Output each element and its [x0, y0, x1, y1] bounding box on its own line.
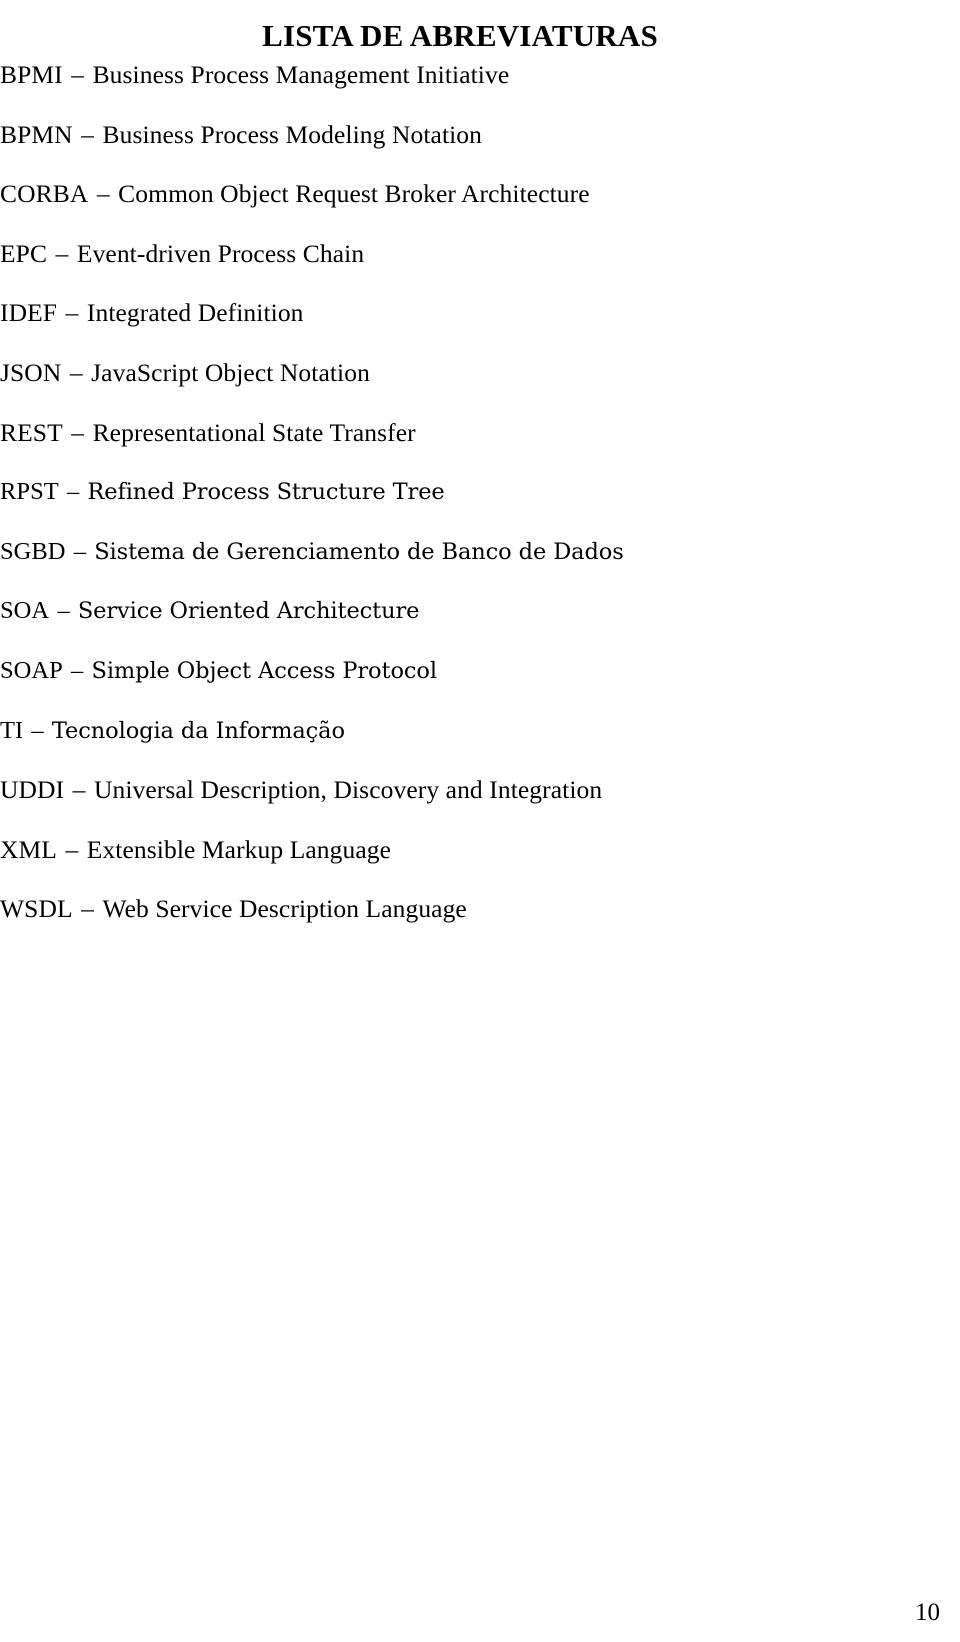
abbreviation-separator: – — [67, 537, 93, 565]
abbreviation-term: JSON — [0, 357, 62, 387]
abbreviation-entry: SOAP – Simple Object Access Protocol — [0, 654, 940, 714]
abbreviation-entry: WSDL – Web Service Description Language — [0, 892, 940, 952]
abbreviation-definition: Simple Object Access Protocol — [91, 657, 438, 684]
abbreviation-term: RPST — [0, 478, 59, 506]
abbreviation-entry: UDDI – Universal Description, Discovery … — [0, 773, 940, 833]
abbreviation-entry: XML – Extensible Markup Language — [0, 833, 940, 893]
abbreviation-separator: – — [74, 119, 101, 149]
page-title: LISTA DE ABREVIATURAS — [262, 17, 658, 53]
abbreviation-term: SOAP — [0, 656, 63, 684]
abbreviation-definition: Web Service Description Language — [102, 894, 467, 924]
abbreviation-definition: Refined Process Structure Tree — [87, 479, 445, 506]
abbreviation-entry: RPST – Refined Process Structure Tree — [0, 475, 940, 535]
abbreviation-definition: Sistema de Gerenciamento de Banco de Dad… — [94, 538, 624, 565]
abbreviation-entry: BPMN – Business Process Modeling Notatio… — [0, 118, 940, 178]
abbreviation-separator: – — [51, 597, 76, 625]
abbreviation-term: UDDI — [0, 775, 65, 805]
abbreviation-definition: Representational State Transfer — [92, 417, 416, 447]
abbreviation-separator: – — [60, 478, 86, 506]
abbreviation-separator: – — [59, 298, 85, 328]
abbreviation-separator: – — [25, 716, 50, 744]
abbreviation-entry: JSON – JavaScript Object Notation — [0, 356, 940, 416]
abbreviation-definition: Tecnologia da Informação — [51, 717, 345, 744]
abbreviation-entry: SGBD – Sistema de Gerenciamento de Banco… — [0, 535, 940, 595]
abbreviation-entry: CORBA – Common Object Request Broker Arc… — [0, 177, 940, 237]
abbreviation-definition: Common Object Request Broker Architectur… — [118, 179, 590, 209]
abbreviation-entry: SOA – Service Oriented Architecture — [0, 594, 940, 654]
abbreviation-term: SGBD — [0, 537, 66, 565]
abbreviation-definition: Service Oriented Architecture — [77, 598, 420, 625]
abbreviation-definition: Universal Description, Discovery and Int… — [93, 775, 603, 805]
abbreviation-separator: – — [74, 894, 101, 924]
abbreviation-definition: Extensible Markup Language — [86, 834, 392, 864]
abbreviation-entry: BPMI – Business Process Management Initi… — [0, 58, 940, 118]
abbreviation-definition: Integrated Definition — [86, 298, 304, 328]
abbreviation-entry: IDEF – Integrated Definition — [0, 296, 940, 356]
abbreviation-separator: – — [49, 238, 75, 268]
abbreviation-term: CORBA — [0, 179, 89, 209]
page-number: 10 — [915, 1599, 940, 1626]
abbreviation-term: IDEF — [0, 298, 58, 328]
abbreviation-separator: – — [64, 417, 91, 447]
abbreviation-term: SOA — [0, 597, 50, 625]
abbreviation-term: REST — [0, 417, 63, 447]
document-page: LISTA DE ABREVIATURAS BPMI – Business Pr… — [0, 0, 960, 1642]
abbreviation-separator: – — [64, 60, 91, 89]
abbreviation-term: BPMN — [0, 119, 73, 149]
abbreviation-term: BPMI — [0, 60, 63, 89]
abbreviation-list: BPMI – Business Process Management Initi… — [0, 58, 940, 952]
abbreviation-term: XML — [0, 834, 57, 864]
abbreviation-definition: Business Process Modeling Notation — [102, 119, 483, 149]
abbreviation-definition: JavaScript Object Notation — [91, 357, 370, 387]
abbreviation-term: TI — [0, 716, 24, 744]
abbreviation-entry: REST – Representational State Transfer — [0, 416, 940, 476]
abbreviation-separator: – — [64, 656, 90, 684]
abbreviation-separator: – — [58, 834, 85, 864]
abbreviation-definition: Event-driven Process Chain — [76, 238, 365, 268]
abbreviation-separator: – — [63, 357, 90, 387]
abbreviation-separator: – — [66, 775, 92, 805]
abbreviation-entry: TI – Tecnologia da Informação — [0, 714, 940, 774]
abbreviation-term: EPC — [0, 238, 48, 268]
abbreviation-definition: Business Process Management Initiative — [92, 60, 510, 89]
abbreviation-separator: – — [90, 179, 117, 209]
abbreviation-term: WSDL — [0, 894, 73, 924]
abbreviation-entry: EPC – Event-driven Process Chain — [0, 237, 940, 297]
